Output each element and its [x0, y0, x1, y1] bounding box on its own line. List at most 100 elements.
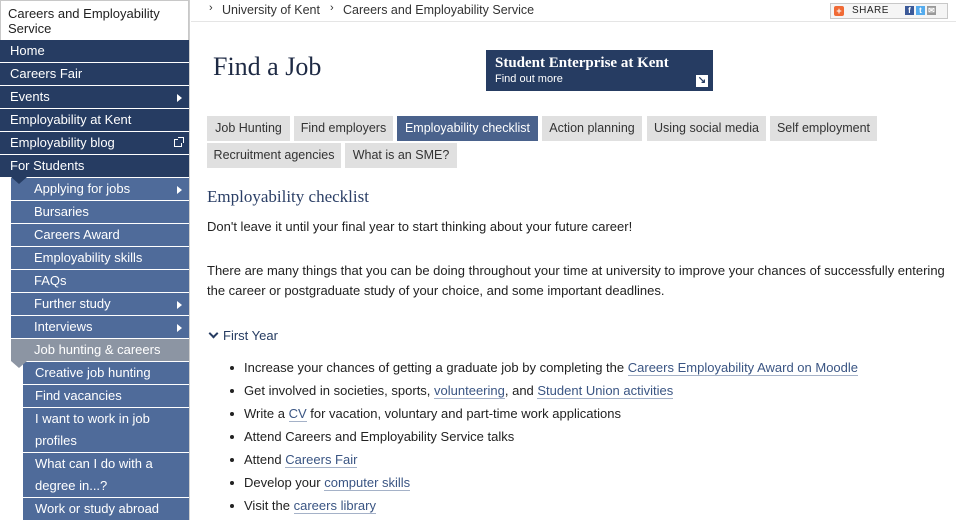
- sidebar-item-work-study-abroad[interactable]: Work or study abroad: [23, 498, 189, 520]
- tab-employability-checklist[interactable]: Employability checklist: [397, 116, 538, 141]
- sidebar-item-applying-for-jobs[interactable]: Applying for jobs: [11, 178, 189, 201]
- sidebar-item-employability-skills[interactable]: Employability skills: [11, 247, 189, 270]
- link-student-union-activities[interactable]: Student Union activities: [537, 383, 674, 399]
- list-item-text: Attend Careers and Employability Service…: [244, 429, 515, 444]
- list-item-text: Visit the: [244, 498, 294, 513]
- sidebar-item-label: Job hunting & careers: [34, 342, 161, 357]
- list-item: Attend Careers and Employability Service…: [227, 427, 858, 450]
- main-content: Employability checklist Don't leave it u…: [207, 187, 952, 514]
- breadcrumb-separator-icon: ›: [330, 2, 334, 14]
- sidebar-item-label: Work or study abroad: [35, 501, 160, 516]
- share-button[interactable]: + SHARE f t ✉: [830, 3, 948, 19]
- list-item-text: Get involved in societies, sports,: [244, 383, 435, 398]
- sidebar-item-further-study[interactable]: Further study: [11, 293, 189, 316]
- sidebar-item-label: For Students: [10, 158, 85, 173]
- sidebar-item-employability-at-kent[interactable]: Employability at Kent: [0, 109, 189, 132]
- tab-using-social-media[interactable]: Using social media: [647, 116, 766, 141]
- sidebar-item-label: Find vacancies: [35, 388, 122, 403]
- link-careers-library[interactable]: careers library: [293, 498, 376, 514]
- active-notch-icon: [11, 361, 27, 368]
- chevron-right-icon: [177, 94, 182, 102]
- link-computer-skills[interactable]: computer skills: [324, 475, 411, 491]
- list-item: Increase your chances of getting a gradu…: [227, 358, 859, 381]
- site-title[interactable]: Careers and Employability Service: [0, 0, 189, 40]
- list-item-text: Attend: [244, 452, 286, 467]
- tab-what-is-an-sme[interactable]: What is an SME?: [345, 143, 457, 168]
- sidebar-item-label: Careers Fair: [10, 66, 83, 81]
- arrow-diagonal-icon: ↘: [696, 75, 708, 87]
- promo-title: Student Enterprise at Kent: [495, 55, 669, 71]
- sidebar-item-label: I want to work in job profiles: [35, 411, 150, 448]
- sidebar-item-label: Employability at Kent: [10, 112, 132, 127]
- sidebar-item-careers-award[interactable]: Careers Award: [11, 224, 189, 247]
- sidebar-item-faqs[interactable]: FAQs: [11, 270, 189, 293]
- section-heading: Employability checklist: [207, 187, 369, 206]
- sidebar-item-label: What can I do with a degree in...?: [35, 456, 153, 493]
- link-careers-employability-award[interactable]: Careers Employability Award on Moodle: [627, 360, 859, 376]
- link-volunteering[interactable]: volunteering: [434, 383, 505, 399]
- share-plus-icon: +: [834, 6, 844, 16]
- sidebar-item-label: Further study: [34, 296, 111, 311]
- sidebar-item-creative-job-hunting[interactable]: Creative job hunting: [23, 362, 189, 385]
- tab-action-planning[interactable]: Action planning: [542, 116, 642, 141]
- first-year-label: First Year: [223, 328, 278, 343]
- first-year-list: Increase your chances of getting a gradu…: [227, 358, 859, 519]
- facebook-icon[interactable]: f: [905, 6, 914, 15]
- sidebar-item-careers-fair[interactable]: Careers Fair: [0, 63, 189, 86]
- sidebar-item-bursaries[interactable]: Bursaries: [11, 201, 189, 224]
- breadcrumb-link-university[interactable]: University of Kent: [222, 3, 320, 17]
- chevron-down-icon: [208, 328, 219, 339]
- list-item-text: Increase your chances of getting a gradu…: [244, 360, 628, 375]
- sidebar-item-for-students[interactable]: For Students: [0, 155, 189, 184]
- sidebar-item-find-vacancies[interactable]: Find vacancies: [23, 385, 189, 408]
- intro-text: Don't leave it until your final year to …: [207, 219, 633, 234]
- twitter-icon[interactable]: t: [916, 6, 925, 15]
- list-item: Get involved in societies, sports, volun…: [227, 381, 858, 404]
- sidebar-item-label: Employability blog: [10, 135, 115, 150]
- list-item: Visit the careers library: [227, 496, 858, 519]
- sidebar-item-job-hunting-careers[interactable]: Job hunting & careers: [11, 339, 189, 368]
- list-item: Write a CV for vacation, voluntary and p…: [227, 404, 858, 427]
- sidebar-item-home[interactable]: Home: [0, 40, 189, 63]
- tab-find-employers[interactable]: Find employers: [294, 116, 393, 141]
- sidebar-item-label: Creative job hunting: [35, 365, 151, 380]
- student-enterprise-banner[interactable]: Student Enterprise at Kent Find out more…: [486, 50, 713, 91]
- promo-subtitle: Find out more: [495, 73, 563, 85]
- list-item-text: Write a: [244, 406, 289, 421]
- sidebar-item-label: Home: [10, 43, 45, 58]
- page-title: Find a Job: [213, 52, 322, 81]
- sidebar-item-label: FAQs: [34, 273, 67, 288]
- chevron-right-icon: [177, 324, 182, 332]
- list-item: Attend Careers Fair: [227, 450, 858, 473]
- link-cv[interactable]: CV: [288, 406, 307, 422]
- email-icon[interactable]: ✉: [927, 6, 936, 15]
- tab-job-hunting[interactable]: Job Hunting: [207, 116, 290, 141]
- sidebar: Careers and Employability Service Home C…: [0, 0, 190, 520]
- sidebar-item-interviews[interactable]: Interviews: [11, 316, 189, 339]
- list-item-text: Develop your: [244, 475, 325, 490]
- sidebar-item-what-can-i-do[interactable]: What can I do with a degree in...?: [23, 453, 189, 498]
- first-year-toggle[interactable]: First Year: [207, 328, 278, 343]
- sidebar-item-label: Bursaries: [34, 204, 89, 219]
- sidebar-item-events[interactable]: Events: [0, 86, 189, 109]
- description-text: There are many things that you can be do…: [207, 263, 945, 298]
- list-item-text: for vacation, voluntary and part-time wo…: [306, 406, 621, 421]
- chevron-right-icon: [177, 301, 182, 309]
- share-label: SHARE: [852, 5, 889, 16]
- link-careers-fair[interactable]: Careers Fair: [285, 452, 358, 468]
- sidebar-nav: Home Careers Fair Events Employability a…: [0, 40, 189, 520]
- list-item: Develop your computer skills: [227, 473, 858, 496]
- chevron-right-icon: [177, 186, 182, 194]
- sidebar-item-label: Interviews: [34, 319, 93, 334]
- tab-self-employment[interactable]: Self employment: [770, 116, 877, 141]
- active-notch-icon: [11, 177, 27, 184]
- tab-recruitment-agencies[interactable]: Recruitment agencies: [207, 143, 341, 168]
- external-link-icon: [174, 137, 184, 147]
- sidebar-item-label: Events: [10, 89, 50, 104]
- breadcrumb-separator-icon: ›: [209, 2, 213, 14]
- list-item-text: , and: [504, 383, 538, 398]
- sidebar-item-label: Employability skills: [34, 250, 143, 265]
- sidebar-item-job-profiles[interactable]: I want to work in job profiles: [23, 408, 189, 453]
- sidebar-item-employability-blog[interactable]: Employability blog: [0, 132, 189, 155]
- breadcrumb-link-careers[interactable]: Careers and Employability Service: [343, 3, 534, 17]
